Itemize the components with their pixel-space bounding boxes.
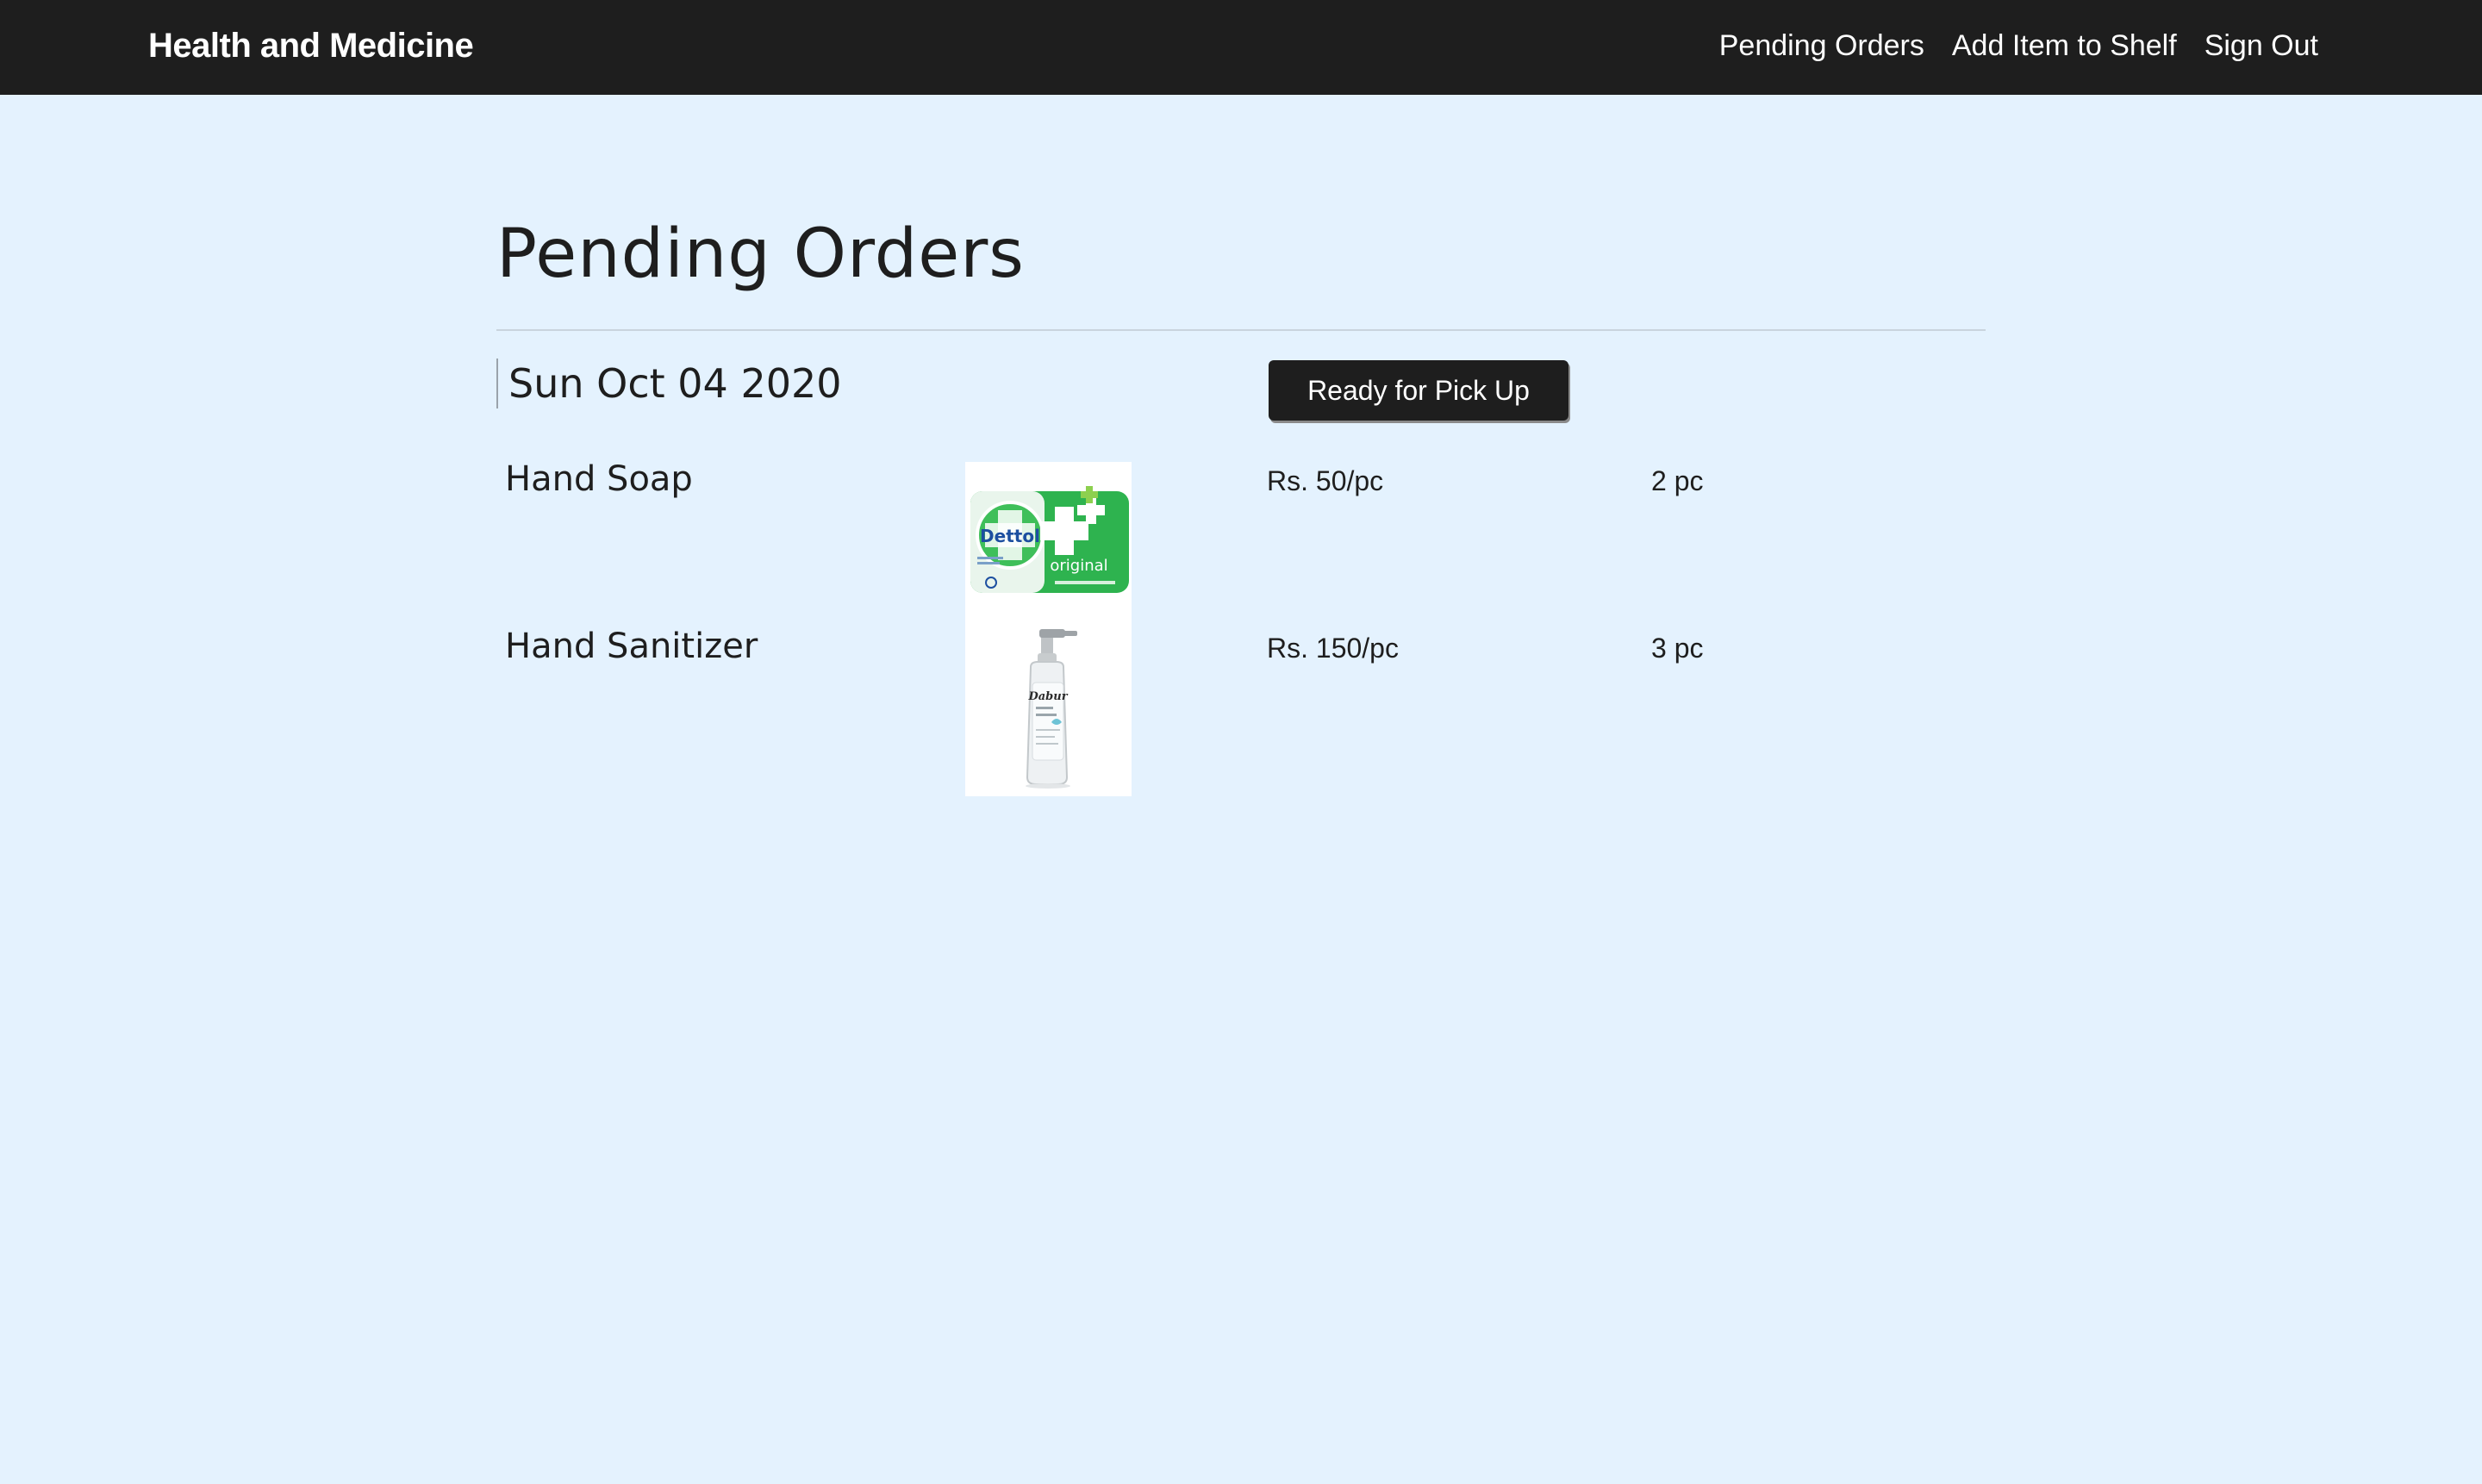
item-price: Rs. 150/pc (1267, 633, 1399, 664)
dettol-soap-graphic: Dettol original (965, 462, 1132, 600)
page-title: Pending Orders (496, 215, 1025, 293)
item-quantity: 2 pc (1651, 465, 1704, 496)
nav-link-pending-orders[interactable]: Pending Orders (1719, 24, 1924, 67)
item-name: Hand Soap (505, 459, 693, 499)
nav-link-sign-out[interactable]: Sign Out (2204, 24, 2318, 67)
soap-variant-text: original (1050, 557, 1107, 575)
nav-links: Pending Orders Add Item to Shelf Sign Ou… (1719, 24, 2318, 67)
item-price: Rs. 50/pc (1267, 465, 1384, 496)
item-name: Hand Sanitizer (505, 627, 758, 666)
title-divider (496, 329, 1986, 331)
sanitizer-bottle-graphic: Dabur (965, 600, 1132, 796)
order-date: Sun Oct 04 2020 (496, 359, 842, 408)
nav-link-add-item[interactable]: Add Item to Shelf (1952, 24, 2177, 67)
sanitizer-bottle-image: Dabur (965, 600, 1132, 796)
top-navbar: Health and Medicine Pending Orders Add I… (0, 0, 2482, 95)
dettol-soap-image: Dettol original (965, 462, 1132, 600)
sanitizer-brand-text: Dabur (1027, 690, 1068, 703)
item-quantity: 3 pc (1651, 633, 1704, 664)
brand-title[interactable]: Health and Medicine (148, 24, 474, 67)
ready-for-pickup-button[interactable]: Ready for Pick Up (1269, 360, 1568, 421)
soap-brand-text: Dettol (980, 526, 1040, 546)
